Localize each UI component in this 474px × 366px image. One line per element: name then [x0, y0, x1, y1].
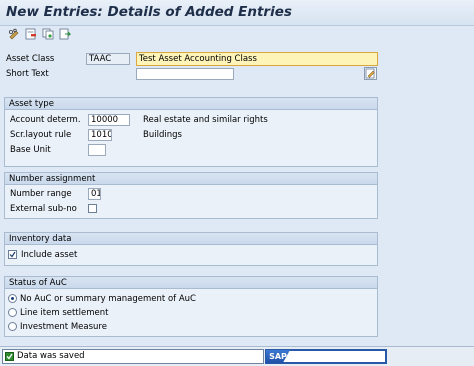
export-icon[interactable]	[59, 28, 72, 40]
scr-layout-description: Buildings	[143, 130, 182, 140]
delete-row-icon[interactable]	[25, 28, 37, 40]
short-text-label: Short Text	[6, 69, 49, 79]
group-title: Number assignment	[5, 173, 377, 185]
status-message-box[interactable]: Data was saved	[2, 349, 264, 364]
page-title: New Entries: Details of Added Entries	[6, 4, 292, 20]
external-subno-checkbox[interactable]	[88, 204, 97, 213]
edit-text-icon	[365, 68, 375, 79]
application-toolbar	[0, 26, 474, 44]
account-determ-description: Real estate and similar rights	[143, 115, 268, 125]
status-message: Data was saved	[17, 351, 85, 361]
long-text-button[interactable]	[364, 67, 377, 80]
main-content: Asset Class TAAC Test Asset Accounting C…	[0, 44, 474, 346]
inventory-data-group: Inventory data	[4, 232, 378, 266]
copy-icon[interactable]	[42, 28, 54, 40]
asset-class-field[interactable]: TAAC	[86, 53, 130, 65]
base-unit-label: Base Unit	[10, 145, 51, 155]
scr-layout-field[interactable]: 1010	[88, 129, 112, 141]
radio-line-item-settlement-label: Line item settlement	[20, 308, 109, 318]
include-asset-label: Include asset	[21, 250, 78, 260]
radio-no-auc[interactable]	[8, 294, 17, 303]
base-unit-field[interactable]	[88, 144, 106, 156]
radio-no-auc-label: No AuC or summary management of AuC	[20, 294, 196, 304]
asset-class-text-field[interactable]: Test Asset Accounting Class	[136, 52, 378, 66]
account-determ-field[interactable]: 10000	[88, 114, 130, 126]
asset-class-label: Asset Class	[6, 54, 55, 64]
group-title: Inventory data	[5, 233, 377, 245]
include-asset-checkbox[interactable]	[8, 250, 17, 259]
short-text-field[interactable]	[136, 68, 234, 80]
radio-investment-measure-label: Investment Measure	[20, 322, 107, 332]
scr-layout-label: Scr.layout rule	[10, 130, 72, 140]
group-title: Status of AuC	[5, 277, 377, 289]
checkmark-icon	[9, 251, 16, 258]
success-check-icon	[5, 352, 14, 361]
radio-line-item-settlement[interactable]	[8, 308, 17, 317]
title-bar: New Entries: Details of Added Entries	[0, 0, 474, 26]
external-subno-label: External sub-no	[10, 204, 77, 214]
pencil-glasses-icon[interactable]	[8, 28, 20, 40]
status-bar: Data was saved SAP	[0, 346, 474, 366]
group-title: Asset type	[5, 98, 377, 110]
number-range-label: Number range	[10, 189, 72, 199]
number-range-field[interactable]: 01	[88, 188, 101, 200]
account-determ-label: Account determ.	[10, 115, 81, 125]
radio-investment-measure[interactable]	[8, 322, 17, 331]
